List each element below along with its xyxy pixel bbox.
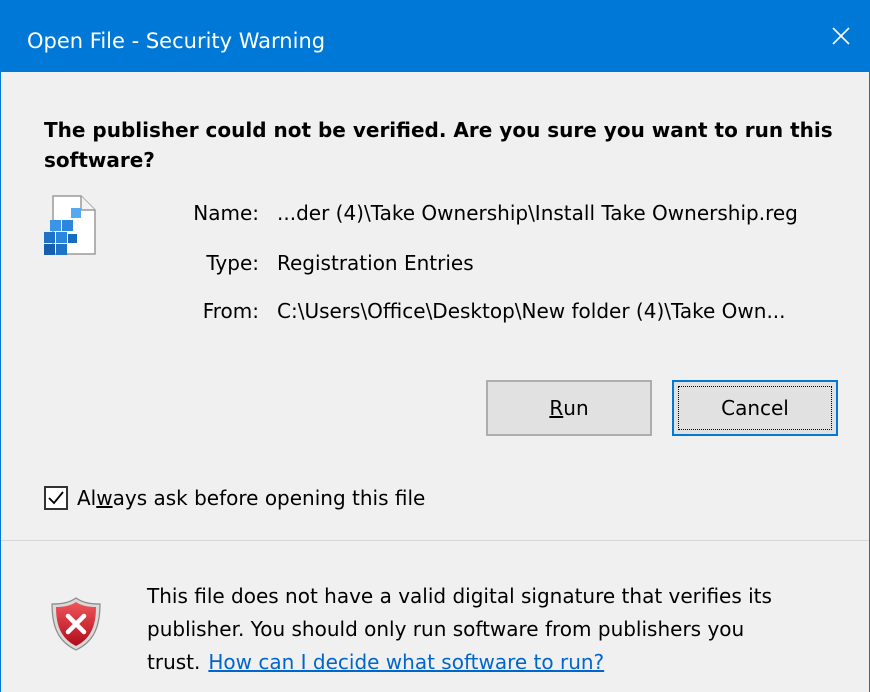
security-warning-dialog: Open File - Security Warning The publish… <box>0 0 870 692</box>
checkmark-icon <box>48 491 64 505</box>
warning-heading: The publisher could not be verified. Are… <box>44 118 833 172</box>
always-ask-checkbox[interactable] <box>44 486 68 510</box>
type-label: Type: <box>206 251 259 275</box>
window-title: Open File - Security Warning <box>27 29 326 53</box>
cancel-button[interactable]: Cancel <box>672 380 838 436</box>
from-label: From: <box>202 299 259 323</box>
run-button[interactable]: Run <box>486 380 652 436</box>
always-ask-label: Always ask before opening this file <box>77 486 426 510</box>
from-value: C:\Users\Office\Desktop\New folder (4)\T… <box>277 299 786 323</box>
divider <box>1 540 869 541</box>
close-icon <box>832 27 850 45</box>
signature-info: This file does not have a valid digital … <box>147 580 847 679</box>
detail-row-type: Type: Registration Entries <box>1 248 861 278</box>
close-button[interactable] <box>813 8 869 64</box>
name-label: Name: <box>193 201 259 225</box>
focus-rectangle <box>678 386 832 430</box>
type-value: Registration Entries <box>277 251 474 275</box>
run-label-rest: un <box>563 396 589 420</box>
detail-row-name: Name: ...der (4)\Take Ownership\Install … <box>1 198 861 228</box>
shield-error-icon <box>51 597 101 651</box>
title-bar[interactable]: Open File - Security Warning <box>1 0 869 72</box>
run-mnemonic: R <box>549 396 564 420</box>
help-link[interactable]: How can I decide what software to run? <box>208 650 604 674</box>
name-value: ...der (4)\Take Ownership\Install Take O… <box>277 201 798 225</box>
detail-row-from: From: C:\Users\Office\Desktop\New folder… <box>1 296 861 326</box>
